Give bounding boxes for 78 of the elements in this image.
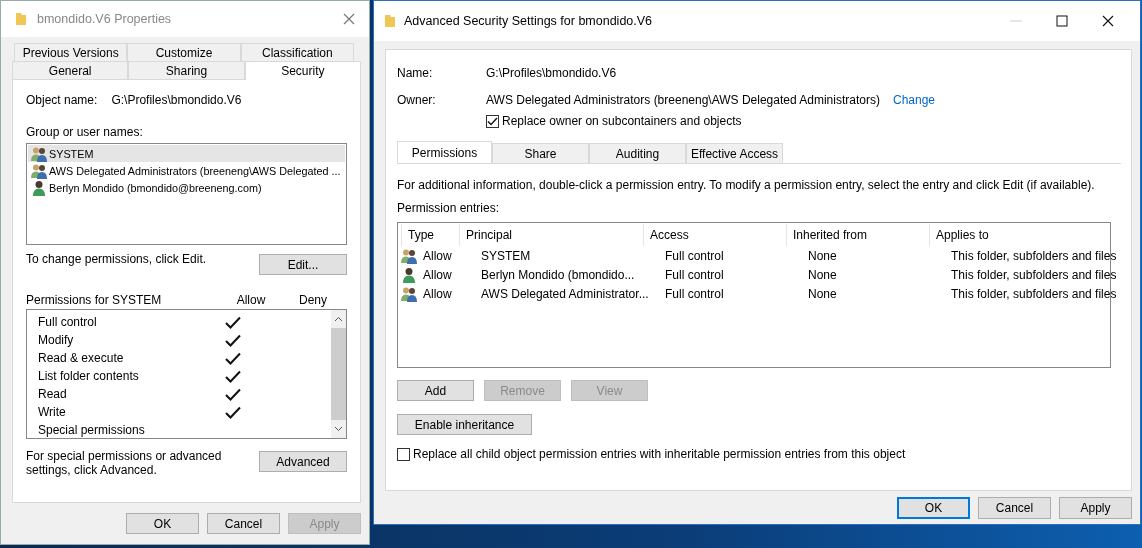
permission-name: Read & execute	[38, 351, 125, 365]
column-header: Allow	[235, 293, 267, 307]
dialog-button[interactable]: Apply	[1059, 497, 1132, 519]
tab[interactable]: General	[12, 61, 129, 79]
permission-name: Write	[38, 405, 67, 419]
edit-hint: To change permissions, click Edit.	[26, 252, 207, 266]
object-name: G:\Profiles\bmondido.V6	[111, 93, 242, 107]
group-list-item[interactable]: Berlyn Mondido (bmondido@breeneng.com)	[28, 179, 345, 196]
checkbox-label: Replace owner on subcontainers and objects	[502, 114, 742, 128]
table-cell-text: SYSTEM	[480, 248, 532, 263]
table-cell-text: None	[807, 248, 838, 263]
tab[interactable]: Customize	[127, 43, 241, 61]
column-header[interactable]: Type	[401, 223, 459, 246]
table-cell-text: Full control	[664, 248, 725, 263]
group-list-item[interactable]: AWS Delegated Administrators (breeneng\AWS Delegated ...	[28, 162, 345, 179]
table-cell-text: This folder, subfolders and files	[950, 248, 1118, 263]
tab[interactable]: Permissions	[397, 141, 492, 163]
window-title: bmondido.V6 Properties	[37, 12, 173, 26]
group-list-item[interactable]: SYSTEM	[28, 145, 345, 162]
scrollbar-thumb[interactable]	[331, 328, 346, 420]
permission-name: Read	[38, 387, 68, 401]
object-name: G:\Profiles\bmondido.V6	[486, 66, 617, 80]
tab[interactable]: Classification	[240, 43, 354, 61]
advanced-hint: For special permissions or advanced settings, click Advanced.	[26, 449, 223, 477]
table-cell-text: AWS Delegated Administrator...	[480, 286, 650, 301]
entry-button[interactable]: Add	[397, 380, 474, 401]
tab[interactable]: Effective Access	[686, 143, 783, 163]
table-cell-text: This folder, subfolders and files	[950, 286, 1118, 301]
column-header[interactable]: Applies to	[929, 223, 1114, 246]
owner-label: Owner:	[397, 93, 437, 107]
dialog-button[interactable]: OK	[897, 497, 970, 519]
advanced-button[interactable]: Advanced	[259, 451, 347, 472]
table-cell-text: Full control	[664, 286, 725, 301]
table-cell-text: None	[807, 286, 838, 301]
permission-name: Full control	[38, 315, 98, 329]
permissions-label: Permissions for SYSTEM	[26, 293, 163, 307]
dialog-button[interactable]: OK	[126, 513, 199, 534]
table-cell-text: Allow	[422, 286, 453, 301]
column-header[interactable]: Inherited from	[786, 223, 929, 246]
permission-name: Special permissions	[38, 423, 146, 437]
scrollbar[interactable]	[331, 310, 346, 438]
close-icon[interactable]	[1102, 15, 1114, 27]
info-text: For additional information, double-click a permission entry. To modify a permission entry, select the entry and click Edit (if available).	[397, 178, 1096, 192]
scroll-down-icon[interactable]	[334, 426, 343, 432]
checkbox[interactable]	[486, 114, 499, 128]
table-cell-text: Allow	[422, 248, 453, 263]
edit-button[interactable]: Edit...	[259, 254, 347, 275]
column-header[interactable]: Access	[643, 223, 786, 246]
table-cell-text: Allow	[422, 267, 453, 282]
tab[interactable]: Auditing	[589, 143, 686, 163]
checkbox[interactable]	[397, 447, 410, 461]
table-cell-text: This folder, subfolders and files	[950, 267, 1118, 282]
name-label: Name:	[397, 66, 434, 80]
owner-name: AWS Delegated Administrators (breeneng\AWS Delegated Administrators)	[486, 93, 880, 107]
window-title: Advanced Security Settings for bmondido.V6	[404, 14, 654, 28]
checkbox-label: Replace all child object permission entries with inheritable permission entries from this object	[413, 447, 906, 461]
tab[interactable]: Share	[492, 143, 589, 163]
tab[interactable]: Security	[244, 61, 361, 80]
scroll-up-icon[interactable]	[334, 316, 343, 322]
tab[interactable]: Previous Versions	[14, 43, 128, 61]
table-cell-text: Full control	[664, 267, 725, 282]
table-cell-text: None	[807, 267, 838, 282]
column-header[interactable]: Principal	[459, 223, 643, 246]
folder-icon	[15, 12, 27, 26]
dialog-button[interactable]: Cancel	[207, 513, 280, 534]
column-header: Deny	[298, 293, 328, 307]
change-link[interactable]: Change	[892, 93, 935, 107]
groups-label: Group or user names:	[26, 125, 144, 139]
maximize-icon[interactable]	[1056, 15, 1068, 27]
permission-name: List folder contents	[38, 369, 140, 383]
folder-icon	[384, 14, 396, 28]
object-name-label: Object name:	[26, 93, 98, 107]
table-cell-text: Berlyn Mondido (bmondido...	[480, 267, 636, 282]
permission-entries-label: Permission entries:	[397, 201, 501, 215]
enable-inheritance-button[interactable]: Enable inheritance	[397, 414, 532, 435]
dialog-button[interactable]: Cancel	[978, 497, 1051, 519]
tab[interactable]: Sharing	[128, 61, 245, 79]
permission-name: Modify	[38, 333, 75, 347]
